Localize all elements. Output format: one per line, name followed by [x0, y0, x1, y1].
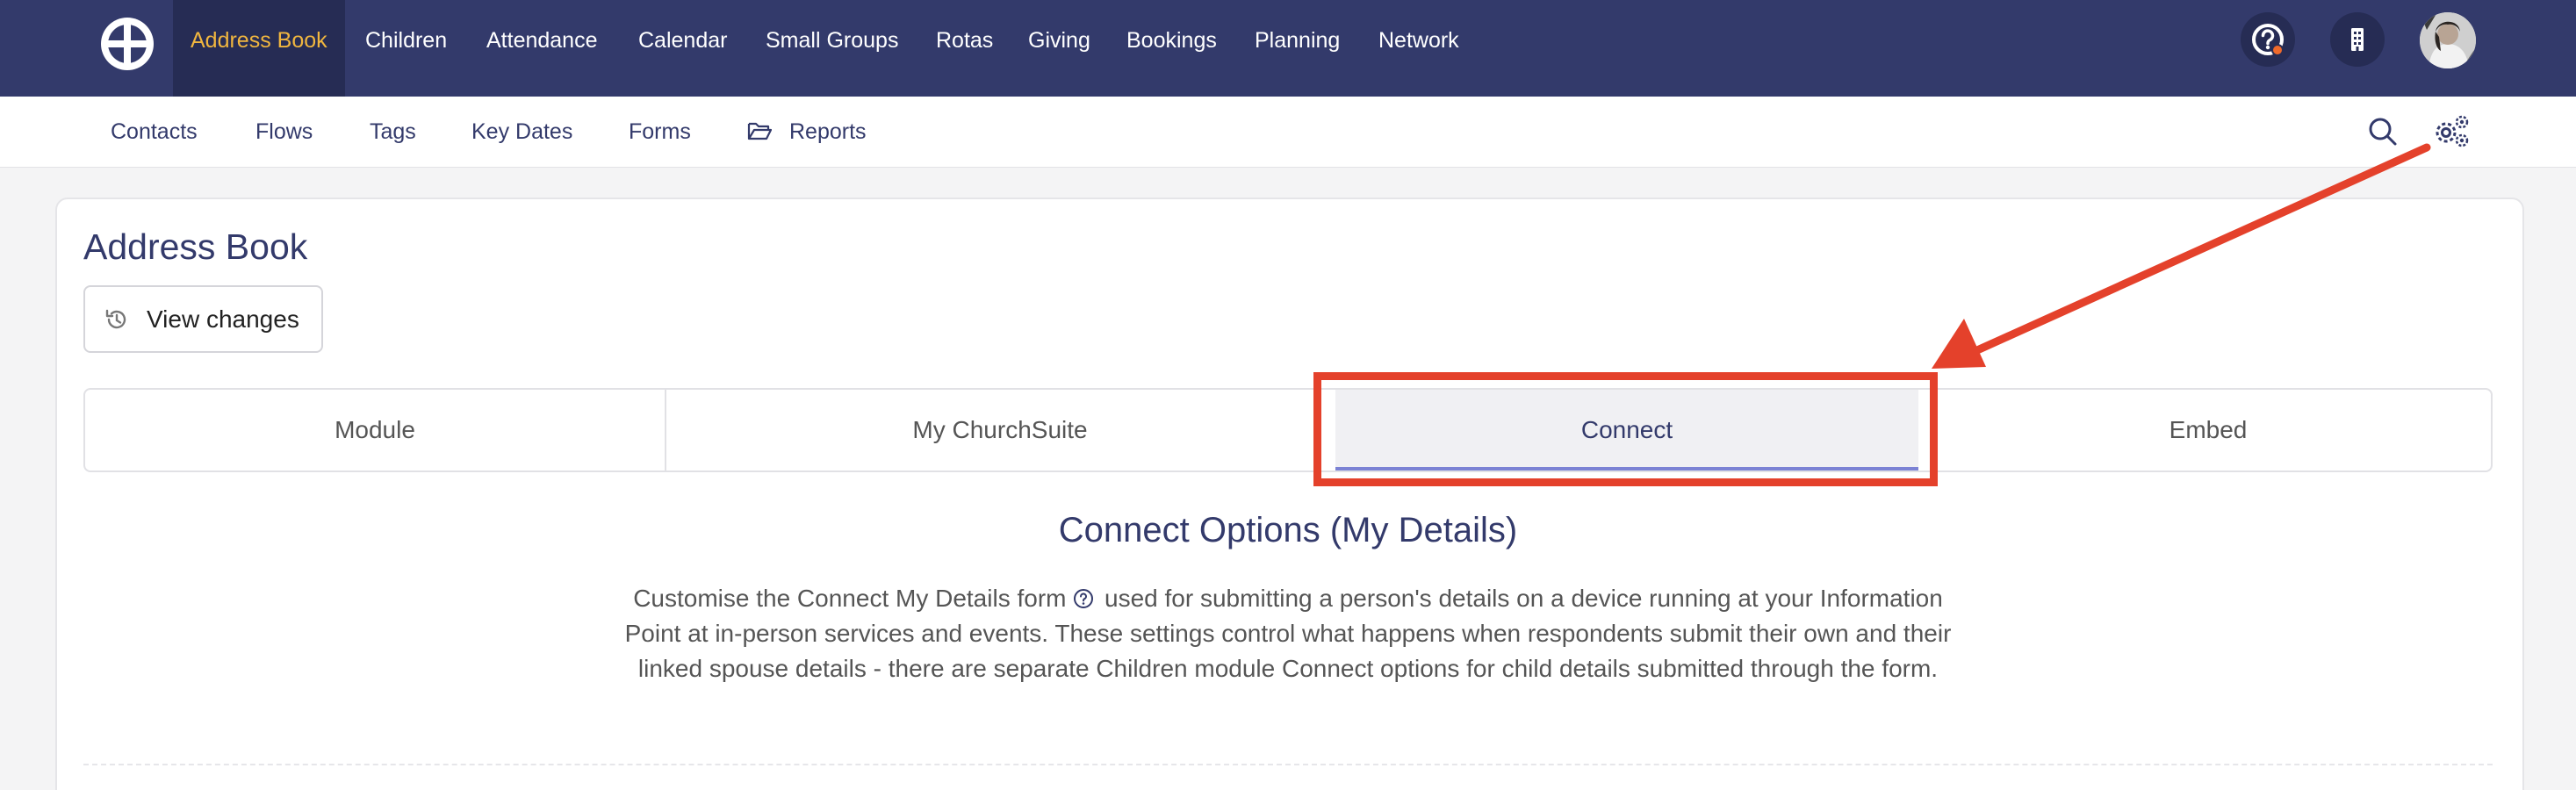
top-navbar: Address Book Children Attendance Calenda…	[0, 0, 2576, 97]
tab-module[interactable]: Module	[85, 390, 665, 470]
annotation-highlight-box	[1313, 372, 1938, 486]
nav-rotas[interactable]: Rotas	[936, 0, 993, 97]
view-changes-button[interactable]: View changes	[83, 285, 323, 353]
subnav-key-dates[interactable]: Key Dates	[471, 97, 572, 167]
nav-attendance[interactable]: Attendance	[486, 0, 598, 97]
nav-network[interactable]: Network	[1378, 0, 1459, 97]
nav-planning[interactable]: Planning	[1255, 0, 1340, 97]
subnav-reports[interactable]: Reports	[789, 97, 867, 167]
nav-calendar[interactable]: Calendar	[638, 0, 727, 97]
tab-my-churchsuite[interactable]: My ChurchSuite	[666, 390, 1334, 470]
organisation-button[interactable]	[2330, 12, 2385, 67]
user-avatar[interactable]	[2420, 12, 2476, 68]
help-button[interactable]	[2241, 12, 2295, 67]
section-description: Customise the Connect My Details form us…	[615, 581, 1961, 686]
subnav-tags[interactable]: Tags	[370, 97, 416, 167]
avatar-photo-icon	[2420, 12, 2476, 68]
gears-settings-icon[interactable]	[2432, 113, 2471, 148]
page-title: Address Book	[83, 226, 308, 267]
view-changes-label: View changes	[147, 305, 299, 333]
churchsuite-logo-icon[interactable]	[98, 15, 156, 73]
nav-address-book[interactable]: Address Book	[173, 0, 345, 97]
section-title: Connect Options (My Details)	[1058, 511, 1518, 549]
sub-navbar: Contacts Flows Tags Key Dates Forms Repo…	[0, 97, 2576, 168]
settings-card	[55, 198, 2524, 790]
nav-children[interactable]: Children	[365, 0, 447, 97]
help-icon	[2252, 24, 2284, 56]
nav-bookings[interactable]: Bookings	[1126, 0, 1217, 97]
subnav-forms[interactable]: Forms	[629, 97, 691, 167]
subnav-flows[interactable]: Flows	[255, 97, 313, 167]
settings-tabs: Module My ChurchSuite Connect Embed	[83, 388, 2493, 472]
tab-embed[interactable]: Embed	[1924, 390, 2493, 470]
section-divider	[83, 764, 2493, 765]
nav-giving[interactable]: Giving	[1028, 0, 1090, 97]
building-icon	[2351, 28, 2364, 51]
question-circle-icon[interactable]	[1073, 588, 1094, 609]
description-text-start: Customise the Connect My Details form	[633, 585, 1067, 612]
folder-open-icon	[747, 122, 772, 140]
history-icon	[105, 309, 126, 329]
subnav-contacts[interactable]: Contacts	[111, 97, 198, 167]
search-icon[interactable]	[2367, 116, 2399, 147]
nav-small-groups[interactable]: Small Groups	[766, 0, 898, 97]
